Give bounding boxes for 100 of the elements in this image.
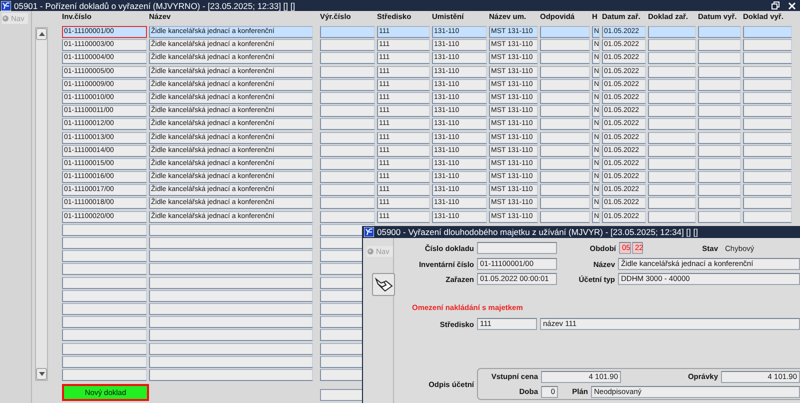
table-cell[interactable] bbox=[648, 132, 696, 144]
restore-icon[interactable] bbox=[771, 1, 780, 10]
table-cell[interactable] bbox=[648, 197, 696, 210]
table-cell[interactable] bbox=[540, 66, 590, 78]
table-cell[interactable] bbox=[698, 158, 741, 170]
table-cell[interactable] bbox=[698, 171, 741, 184]
table-cell[interactable] bbox=[743, 78, 792, 91]
table-cell[interactable] bbox=[149, 356, 313, 368]
table-cell[interactable] bbox=[62, 250, 147, 262]
table-cell[interactable] bbox=[540, 52, 590, 64]
table-cell[interactable] bbox=[743, 39, 792, 52]
table-cell[interactable] bbox=[320, 105, 375, 118]
table-cell[interactable] bbox=[320, 52, 375, 64]
table-cell[interactable] bbox=[648, 92, 696, 104]
table-cell[interactable] bbox=[320, 144, 375, 157]
table-cell[interactable] bbox=[320, 118, 375, 130]
scroll-down-icon[interactable] bbox=[36, 368, 47, 380]
table-cell[interactable] bbox=[149, 302, 313, 315]
table-cell[interactable] bbox=[698, 78, 741, 91]
table-cell[interactable] bbox=[320, 210, 375, 223]
table-cell[interactable] bbox=[62, 356, 147, 368]
table-cell[interactable] bbox=[648, 39, 696, 52]
table-cell[interactable] bbox=[320, 171, 375, 184]
table-cell[interactable] bbox=[743, 118, 792, 130]
table-cell[interactable] bbox=[743, 171, 792, 184]
table-cell[interactable] bbox=[648, 144, 696, 157]
table-cell[interactable] bbox=[743, 105, 792, 118]
table-cell[interactable] bbox=[743, 197, 792, 210]
table-cell[interactable] bbox=[540, 184, 590, 196]
table-cell[interactable] bbox=[698, 66, 741, 78]
table-cell[interactable] bbox=[62, 237, 147, 249]
table-cell[interactable] bbox=[540, 92, 590, 104]
table-cell[interactable] bbox=[743, 26, 792, 38]
table-cell[interactable] bbox=[540, 144, 590, 157]
table-cell[interactable] bbox=[62, 224, 147, 236]
table-cell[interactable] bbox=[698, 105, 741, 118]
table-cell[interactable] bbox=[149, 316, 313, 328]
table-cell[interactable] bbox=[62, 290, 147, 302]
hand-document-button[interactable] bbox=[372, 273, 395, 296]
table-cell[interactable] bbox=[540, 171, 590, 184]
table-cell[interactable] bbox=[320, 39, 375, 52]
table-cell[interactable] bbox=[320, 132, 375, 144]
table-cell[interactable] bbox=[149, 329, 313, 342]
table-cell[interactable] bbox=[540, 39, 590, 52]
table-cell[interactable] bbox=[648, 78, 696, 91]
table-cell[interactable] bbox=[320, 197, 375, 210]
table-cell[interactable] bbox=[648, 158, 696, 170]
table-cell[interactable] bbox=[62, 342, 147, 354]
close-icon[interactable] bbox=[788, 2, 796, 10]
table-cell[interactable] bbox=[320, 92, 375, 104]
table-cell[interactable] bbox=[320, 26, 375, 38]
table-cell[interactable] bbox=[149, 237, 313, 249]
table-cell[interactable] bbox=[149, 368, 313, 381]
table-cell[interactable] bbox=[648, 52, 696, 64]
table-cell[interactable] bbox=[149, 263, 313, 276]
table-cell[interactable] bbox=[540, 158, 590, 170]
table-cell[interactable] bbox=[698, 52, 741, 64]
table-cell[interactable] bbox=[149, 290, 313, 302]
table-cell[interactable] bbox=[648, 184, 696, 196]
table-cell[interactable] bbox=[648, 26, 696, 38]
table-cell[interactable] bbox=[743, 66, 792, 78]
table-cell[interactable] bbox=[698, 144, 741, 157]
table-cell[interactable] bbox=[320, 66, 375, 78]
table-cell[interactable] bbox=[149, 224, 313, 236]
table-cell[interactable] bbox=[743, 52, 792, 64]
table-cell[interactable] bbox=[320, 158, 375, 170]
table-cell[interactable] bbox=[62, 276, 147, 289]
table-cell[interactable] bbox=[62, 329, 147, 342]
table-cell[interactable] bbox=[743, 158, 792, 170]
table-cell[interactable] bbox=[62, 263, 147, 276]
table-cell[interactable] bbox=[743, 184, 792, 196]
table-cell[interactable] bbox=[540, 118, 590, 130]
table-cell[interactable] bbox=[149, 250, 313, 262]
table-cell[interactable] bbox=[698, 39, 741, 52]
scroll-up-icon[interactable] bbox=[36, 28, 47, 40]
table-cell[interactable] bbox=[540, 26, 590, 38]
table-cell[interactable] bbox=[698, 92, 741, 104]
table-cell[interactable] bbox=[648, 118, 696, 130]
table-cell[interactable] bbox=[62, 368, 147, 381]
table-cell[interactable] bbox=[540, 210, 590, 223]
table-cell[interactable] bbox=[149, 276, 313, 289]
table-cell[interactable] bbox=[698, 26, 741, 38]
table-cell[interactable] bbox=[743, 210, 792, 223]
table-cell[interactable] bbox=[540, 197, 590, 210]
table-cell[interactable] bbox=[698, 118, 741, 130]
table-cell[interactable] bbox=[62, 302, 147, 315]
table-cell[interactable] bbox=[698, 132, 741, 144]
table-cell[interactable] bbox=[743, 132, 792, 144]
table-cell[interactable] bbox=[540, 105, 590, 118]
table-cell[interactable] bbox=[743, 92, 792, 104]
scrollbar[interactable] bbox=[35, 27, 48, 381]
table-cell[interactable] bbox=[743, 144, 792, 157]
input-field[interactable] bbox=[477, 242, 557, 254]
table-cell[interactable] bbox=[698, 184, 741, 196]
table-cell[interactable] bbox=[320, 184, 375, 196]
table-cell[interactable] bbox=[149, 342, 313, 354]
table-cell[interactable] bbox=[540, 78, 590, 91]
table-cell[interactable] bbox=[540, 132, 590, 144]
table-cell[interactable] bbox=[648, 105, 696, 118]
table-cell[interactable] bbox=[62, 316, 147, 328]
